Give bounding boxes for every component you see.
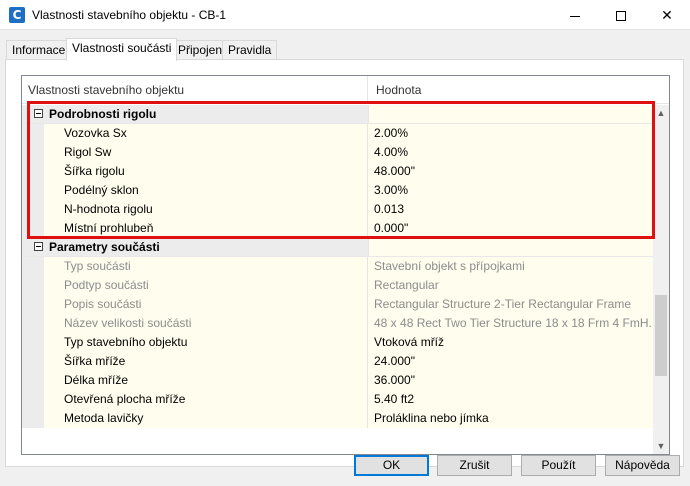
group-value-cell	[368, 105, 653, 123]
minimize-icon	[570, 15, 580, 17]
property-value[interactable]: 3.00%	[368, 181, 653, 200]
group-value-cell	[368, 238, 653, 256]
property-value: Stavební objekt s přípojkami	[368, 257, 653, 276]
property-row[interactable]: Podélný sklon 3.00%	[22, 181, 653, 200]
property-value: Rectangular Structure 2-Tier Rectangular…	[368, 295, 653, 314]
property-value: Rectangular	[368, 276, 653, 295]
row-gutter	[22, 143, 44, 162]
property-value[interactable]: Vtoková mříž	[368, 333, 653, 352]
row-gutter	[22, 181, 44, 200]
property-name: Šířka rigolu	[44, 162, 368, 181]
property-row[interactable]: Název velikosti součásti 48 x 48 Rect Tw…	[22, 314, 653, 333]
tab-pravidla[interactable]: Pravidla	[222, 40, 278, 60]
minimize-button[interactable]	[552, 0, 598, 30]
property-value[interactable]: 0.000"	[368, 219, 653, 238]
property-row[interactable]: Typ součásti Stavební objekt s přípojkam…	[22, 257, 653, 276]
close-icon: ✕	[661, 7, 673, 23]
property-row[interactable]: Vozovka Sx 2.00%	[22, 124, 653, 143]
property-name: Místní prohlubeň	[44, 219, 368, 238]
property-name: Vozovka Sx	[44, 124, 368, 143]
property-name: Rigol Sw	[44, 143, 368, 162]
property-value[interactable]: 0.013	[368, 200, 653, 219]
row-gutter	[22, 314, 44, 333]
property-row[interactable]: Šířka mříže 24.000"	[22, 352, 653, 371]
property-value[interactable]: Proláklina nebo jímka	[368, 409, 653, 428]
grid-body: Podrobnosti rigolu Vozovka Sx 2.00% Rigo…	[22, 105, 653, 454]
property-row[interactable]: Délka mříže 36.000"	[22, 371, 653, 390]
property-row[interactable]: Šířka rigolu 48.000"	[22, 162, 653, 181]
help-button[interactable]: Nápověda	[605, 455, 680, 476]
apply-button[interactable]: Použít	[521, 455, 596, 476]
property-row[interactable]: Rigol Sw 4.00%	[22, 143, 653, 162]
property-name: Délka mříže	[44, 371, 368, 390]
property-row[interactable]: Metoda lavičky Proláklina nebo jímka	[22, 409, 653, 428]
dialog-client-area: Informace Vlastnosti součásti Připojení …	[0, 30, 690, 486]
vertical-scrollbar[interactable]: ▲ ▼	[653, 105, 669, 454]
property-row[interactable]: Typ stavebního objektu Vtoková mříž	[22, 333, 653, 352]
property-row[interactable]: Popis součásti Rectangular Structure 2-T…	[22, 295, 653, 314]
column-header-property[interactable]: Vlastnosti stavebního objektu	[22, 76, 368, 104]
group-label: Parametry součásti	[49, 240, 160, 254]
collapse-icon[interactable]	[34, 242, 43, 251]
property-value[interactable]: 4.00%	[368, 143, 653, 162]
row-gutter	[22, 352, 44, 371]
tab-panel: Vlastnosti stavebního objektu Hodnota Po…	[5, 59, 684, 467]
property-grid: Vlastnosti stavebního objektu Hodnota Po…	[21, 75, 670, 455]
app-icon: C	[9, 7, 25, 23]
property-name: Metoda lavičky	[44, 409, 368, 428]
maximize-button[interactable]	[598, 0, 644, 30]
scroll-up-arrow-icon[interactable]: ▲	[653, 105, 669, 121]
scroll-down-arrow-icon[interactable]: ▼	[653, 438, 669, 454]
property-value: 48 x 48 Rect Two Tier Structure 18 x 18 …	[368, 314, 653, 333]
property-name: Typ součásti	[44, 257, 368, 276]
group-row-parametry-soucasti[interactable]: Parametry součásti	[22, 238, 653, 257]
property-name: Otevřená plocha mříže	[44, 390, 368, 409]
property-name: Název velikosti součásti	[44, 314, 368, 333]
property-row[interactable]: Místní prohlubeň 0.000"	[22, 219, 653, 238]
property-name: Podélný sklon	[44, 181, 368, 200]
row-gutter	[22, 390, 44, 409]
row-gutter	[22, 162, 44, 181]
property-value[interactable]: 2.00%	[368, 124, 653, 143]
window-title: Vlastnosti stavebního objektu - CB-1	[32, 8, 227, 22]
ok-button[interactable]: OK	[354, 455, 429, 476]
maximize-icon	[616, 11, 626, 22]
group-row-podrobnosti-rigolu[interactable]: Podrobnosti rigolu	[22, 105, 653, 124]
column-header-value[interactable]: Hodnota	[368, 76, 653, 104]
grid-header: Vlastnosti stavebního objektu Hodnota	[22, 76, 669, 104]
property-name: Popis součásti	[44, 295, 368, 314]
property-value[interactable]: 24.000"	[368, 352, 653, 371]
row-gutter	[22, 276, 44, 295]
row-gutter	[22, 371, 44, 390]
tab-informace[interactable]: Informace	[6, 40, 72, 60]
tab-vlastnosti-soucasti[interactable]: Vlastnosti součásti	[66, 38, 178, 61]
property-name: N-hodnota rigolu	[44, 200, 368, 219]
collapse-icon[interactable]	[34, 109, 43, 118]
property-name: Typ stavebního objektu	[44, 333, 368, 352]
row-gutter	[22, 333, 44, 352]
row-gutter	[22, 295, 44, 314]
property-row[interactable]: N-hodnota rigolu 0.013	[22, 200, 653, 219]
cancel-button[interactable]: Zrušit	[437, 455, 512, 476]
title-bar: C Vlastnosti stavebního objektu - CB-1 ✕	[0, 0, 690, 30]
property-value[interactable]: 48.000"	[368, 162, 653, 181]
group-label: Podrobnosti rigolu	[49, 107, 157, 121]
row-gutter	[22, 257, 44, 276]
row-gutter	[22, 124, 44, 143]
row-gutter	[22, 200, 44, 219]
row-gutter	[22, 219, 44, 238]
scrollbar-thumb[interactable]	[655, 295, 667, 376]
property-name: Podtyp součásti	[44, 276, 368, 295]
property-value[interactable]: 36.000"	[368, 371, 653, 390]
property-value[interactable]: 5.40 ft2	[368, 390, 653, 409]
close-button[interactable]: ✕	[644, 0, 690, 30]
property-row[interactable]: Podtyp součásti Rectangular	[22, 276, 653, 295]
row-gutter	[22, 409, 44, 428]
property-name: Šířka mříže	[44, 352, 368, 371]
property-row[interactable]: Otevřená plocha mříže 5.40 ft2	[22, 390, 653, 409]
